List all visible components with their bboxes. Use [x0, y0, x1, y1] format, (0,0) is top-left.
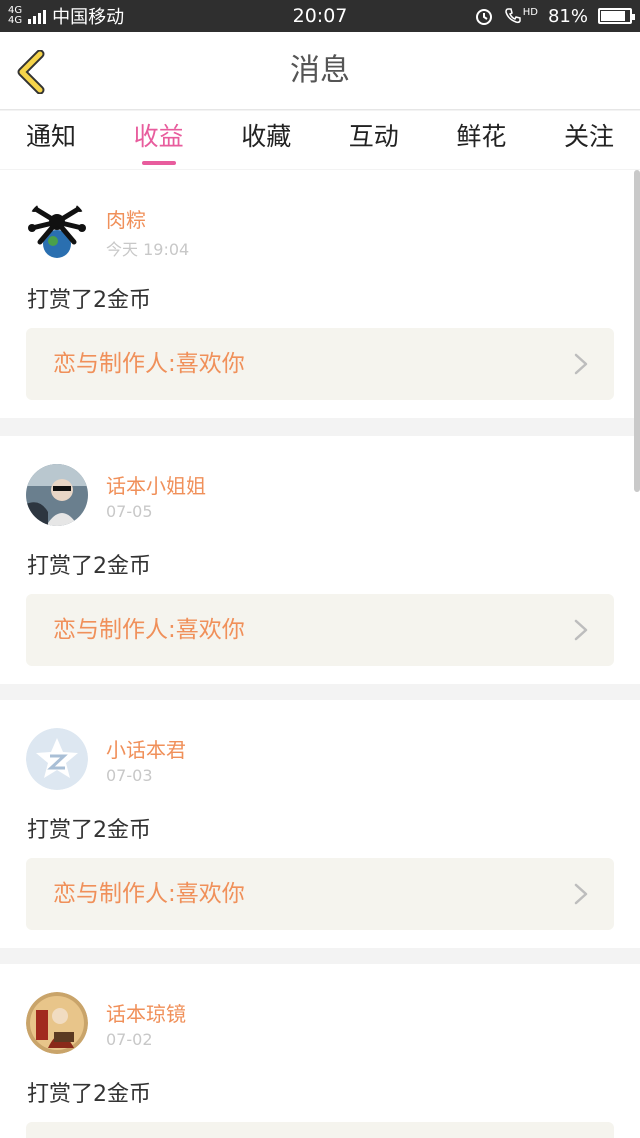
timestamp: 07-02 — [106, 1030, 153, 1049]
status-right: HD 81% — [474, 0, 635, 32]
linked-work-title: 恋与制作人:喜欢你 — [53, 617, 245, 643]
app-header: 消息 — [0, 32, 640, 110]
list-item: 肉粽 今天 19:04 打赏了2金币 恋与制作人:喜欢你 — [0, 170, 640, 418]
list-item: 话本小姐姐 07-05 打赏了2金币 恋与制作人:喜欢你 — [0, 436, 640, 684]
tab-label: 通知 — [26, 122, 77, 151]
page-title: 消息 — [290, 53, 350, 88]
linked-work-button[interactable] — [26, 1122, 614, 1138]
avatar-image — [26, 992, 88, 1054]
linked-work-button[interactable]: 恋与制作人:喜欢你 — [26, 594, 614, 666]
linked-work-button[interactable]: 恋与制作人:喜欢你 — [26, 858, 614, 930]
tab-label: 关注 — [563, 122, 614, 151]
timestamp: 今天 19:04 — [106, 240, 190, 259]
active-tab-indicator — [141, 161, 176, 165]
linked-work-button[interactable]: 恋与制作人:喜欢你 — [26, 328, 614, 400]
battery-percent: 81% — [547, 5, 588, 27]
hd-label: HD — [522, 7, 538, 18]
alarm-icon — [475, 9, 492, 25]
timestamp: 07-05 — [106, 502, 153, 521]
message-text: 打赏了2金币 — [27, 818, 151, 843]
avatar[interactable] — [26, 728, 88, 790]
message-text: 打赏了2金币 — [27, 554, 151, 579]
tab-earnings[interactable]: 收益 — [134, 111, 184, 169]
battery-icon — [598, 8, 635, 24]
tab-label: 收益 — [133, 122, 184, 151]
chevron-right-icon — [574, 353, 588, 375]
tab-bar: 通知 收益 收藏 互动 鲜花 关注 — [0, 111, 640, 169]
message-list: 肉粽 今天 19:04 打赏了2金币 恋与制作人:喜欢你 话本小姐姐 07-05… — [0, 170, 640, 1138]
status-bar: 4G 4G 中国移动 20:07 HD 81% — [0, 0, 640, 32]
username[interactable]: 小话本君 — [106, 734, 186, 763]
username[interactable]: 肉粽 — [106, 204, 146, 233]
tab-label: 收藏 — [241, 122, 292, 151]
tab-label: 互动 — [348, 122, 399, 151]
scrollbar[interactable] — [634, 170, 640, 492]
hd-call-indicator: HD — [504, 7, 538, 25]
avatar[interactable] — [26, 198, 88, 260]
message-text: 打赏了2金币 — [27, 288, 151, 313]
timestamp: 07-03 — [106, 766, 153, 785]
avatar-image — [26, 464, 88, 526]
avatar-image — [26, 198, 88, 260]
chevron-right-icon — [574, 619, 588, 641]
linked-work-title: 恋与制作人:喜欢你 — [53, 351, 245, 377]
username[interactable]: 话本琼镜 — [106, 998, 186, 1027]
linked-work-title: 恋与制作人:喜欢你 — [53, 881, 245, 907]
chevron-right-icon — [574, 883, 588, 905]
avatar[interactable] — [26, 464, 88, 526]
message-text: 打赏了2金币 — [27, 1082, 151, 1107]
tab-following[interactable]: 关注 — [564, 111, 614, 169]
tab-notifications[interactable]: 通知 — [26, 111, 76, 169]
phone-icon — [504, 8, 521, 24]
tab-interactions[interactable]: 互动 — [349, 111, 399, 169]
avatar-image — [26, 728, 88, 790]
username[interactable]: 话本小姐姐 — [106, 470, 206, 499]
tab-favorites[interactable]: 收藏 — [241, 111, 291, 169]
tab-label: 鲜花 — [456, 122, 507, 151]
tab-flowers[interactable]: 鲜花 — [456, 111, 506, 169]
avatar[interactable] — [26, 992, 88, 1054]
list-item: 话本琼镜 07-02 打赏了2金币 — [0, 964, 640, 1138]
list-item: 小话本君 07-03 打赏了2金币 恋与制作人:喜欢你 — [0, 700, 640, 948]
